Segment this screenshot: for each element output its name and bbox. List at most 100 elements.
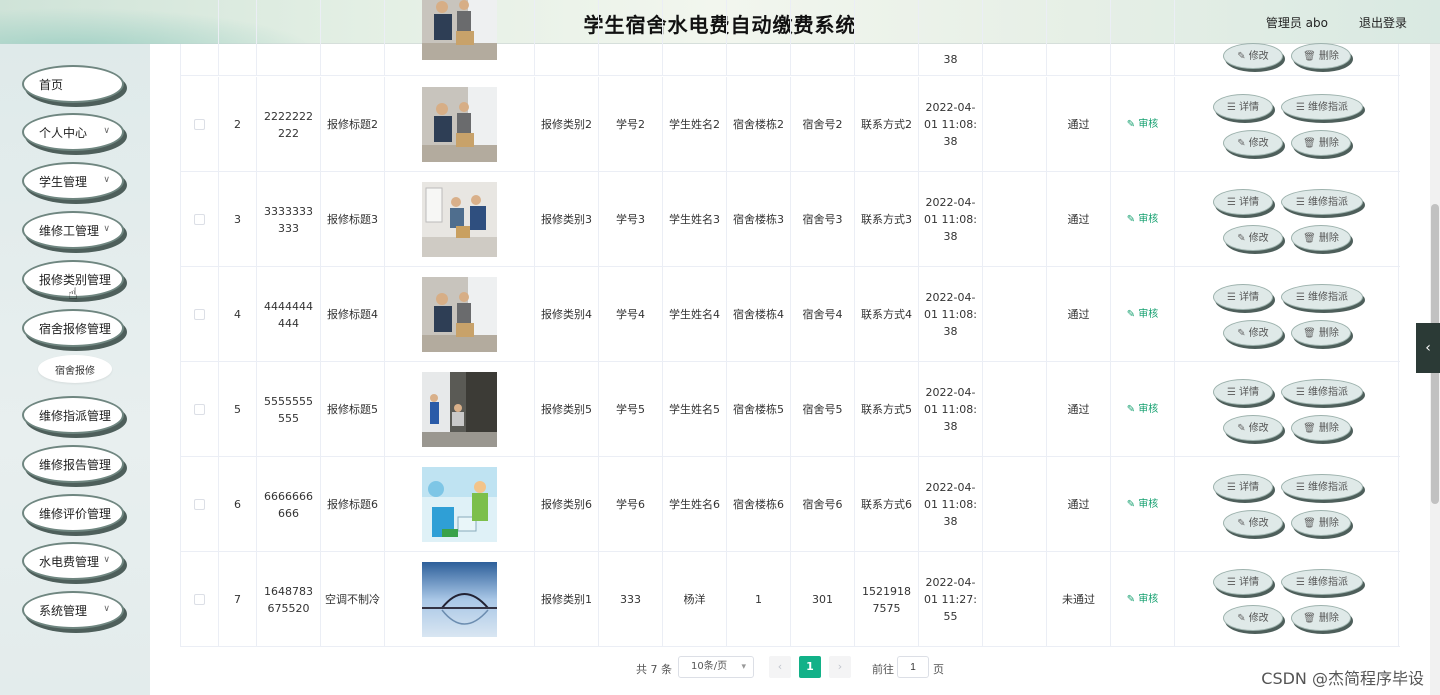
sidebar-item[interactable]: 维修评价管理 <box>22 494 124 532</box>
repair-title: 报修标题2 <box>321 77 385 172</box>
table-row: 38 ✎ 修改 🗑 删除 <box>181 0 1400 76</box>
edit-icon: ✎ <box>1126 499 1139 510</box>
detail-button[interactable]: ☰ 详情 <box>1213 569 1273 595</box>
edit-button[interactable]: ✎ 修改 <box>1223 320 1283 346</box>
side-panel-toggle[interactable]: ‹ <box>1416 323 1440 373</box>
table-cell <box>1047 0 1111 76</box>
row-checkbox[interactable] <box>194 119 205 130</box>
page-size-select[interactable]: 10条/页 ▾ <box>678 656 754 678</box>
detail-button[interactable]: ☰ 详情 <box>1213 94 1273 120</box>
detail-icon: ☰ <box>1227 386 1236 398</box>
delete-button[interactable]: 🗑 删除 <box>1291 225 1351 251</box>
row-checkbox[interactable] <box>194 404 205 415</box>
table-row: 6 6666666666 报修标题6 报修类别6 学号6 学生姓名6 宿舍楼栋6 宿舍号6 联系… <box>181 457 1400 552</box>
sidebar-item-label: 宿舍报修管理 <box>39 321 112 336</box>
row-checkbox[interactable] <box>194 309 205 320</box>
repair-title: 报修标题3 <box>321 172 385 267</box>
detail-button[interactable]: ☰ 详情 <box>1213 284 1273 310</box>
assign-button-label: 维修指派 <box>1307 576 1348 588</box>
detail-button[interactable]: ☰ 详情 <box>1213 189 1273 215</box>
report-time: 2022-04-01 11:08:38 <box>919 77 983 172</box>
assign-button[interactable]: ☰ 维修指派 <box>1281 284 1363 310</box>
audit-link[interactable]: ✎ 审核 <box>1127 496 1159 513</box>
sidebar-item[interactable]: 维修指派管理 <box>22 396 124 434</box>
audit-label: 审核 <box>1138 119 1159 130</box>
sidebar-item[interactable]: 个人中心 ∨ <box>22 113 124 151</box>
table-row: 3 3333333333 报修标题3 报修类别3 学号3 学生姓名3 宿舍楼栋3 宿舍号3 联系… <box>181 172 1400 267</box>
trash-icon: 🗑 <box>1303 327 1316 339</box>
audit-link[interactable]: ✎ 审核 <box>1127 591 1159 608</box>
detail-button[interactable]: ☰ 详情 <box>1213 474 1273 500</box>
detail-icon: ☰ <box>1227 101 1236 113</box>
prev-page-button[interactable]: ‹ <box>769 656 791 678</box>
dorm-building: 宿舍楼栋4 <box>727 267 791 362</box>
student-no: 333 <box>599 552 663 647</box>
assign-button[interactable]: ☰ 维修指派 <box>1281 94 1363 120</box>
empty-cell <box>983 77 1047 172</box>
sidebar-item[interactable]: 系统管理 ∨ <box>22 591 124 629</box>
audit-link[interactable]: ✎ 审核 <box>1127 401 1159 418</box>
audit-label: 审核 <box>1138 404 1159 415</box>
goto-page-input[interactable] <box>897 656 929 678</box>
assign-button[interactable]: ☰ 维修指派 <box>1281 379 1363 405</box>
actions-cell: ☰ 详情 ☰ 维修指派 ✎ 修改 🗑 删除 <box>1175 552 1400 647</box>
actions-cell: ☰ 详情 ☰ 维修指派 ✎ 修改 🗑 删除 <box>1175 172 1400 267</box>
sidebar-item[interactable]: 首页 <box>22 65 124 103</box>
assign-button[interactable]: ☰ 维修指派 <box>1281 474 1363 500</box>
dorm-room: 宿舍号4 <box>791 267 855 362</box>
edit-button[interactable]: ✎ 修改 <box>1223 43 1283 69</box>
delete-button[interactable]: 🗑 删除 <box>1291 510 1351 536</box>
assign-icon: ☰ <box>1296 291 1305 303</box>
sidebar-item[interactable]: 水电费管理 ∨ <box>22 542 124 580</box>
delete-button[interactable]: 🗑 删除 <box>1291 320 1351 346</box>
sidebar-item[interactable]: 宿舍报修管理 <box>22 309 124 347</box>
audit-link[interactable]: ✎ 审核 <box>1127 306 1159 323</box>
table-cell <box>983 0 1047 76</box>
chevron-left-icon: ‹ <box>777 660 783 673</box>
detail-button[interactable]: ☰ 详情 <box>1213 379 1273 405</box>
edit-button[interactable]: ✎ 修改 <box>1223 605 1283 631</box>
chevron-down-icon: ∨ <box>103 555 110 565</box>
sidebar-item[interactable]: 维修工管理 ∨ <box>22 211 124 249</box>
row-select-cell <box>181 267 219 362</box>
repair-no: 3333333333 <box>257 172 321 267</box>
detail-button-label: 详情 <box>1238 386 1259 398</box>
table-cell <box>321 0 385 76</box>
row-select-cell <box>181 77 219 172</box>
row-select-cell <box>181 457 219 552</box>
delete-button[interactable]: 🗑 删除 <box>1291 130 1351 156</box>
sidebar-item-label: 水电费管理 <box>39 554 100 569</box>
row-checkbox[interactable] <box>194 594 205 605</box>
audit-link[interactable]: ✎ 审核 <box>1127 116 1159 133</box>
repair-image <box>422 0 497 60</box>
edit-button[interactable]: ✎ 修改 <box>1223 415 1283 441</box>
page-number-current[interactable]: 1 <box>799 656 821 678</box>
row-checkbox[interactable] <box>194 214 205 225</box>
sidebar-item[interactable]: 维修报告管理 <box>22 445 124 483</box>
repair-image-cell <box>385 172 535 267</box>
audit-link[interactable]: ✎ 审核 <box>1127 211 1159 228</box>
audit-status: 通过 <box>1047 267 1111 362</box>
edit-button-label: 修改 <box>1248 517 1269 529</box>
assign-button[interactable]: ☰ 维修指派 <box>1281 189 1363 215</box>
table-cell <box>727 0 791 76</box>
row-checkbox[interactable] <box>194 499 205 510</box>
sidebar-subitem-dorm-repair[interactable]: 宿舍报修 <box>38 355 112 383</box>
repair-title: 报修标题4 <box>321 267 385 362</box>
row-select-cell <box>181 172 219 267</box>
delete-button[interactable]: 🗑 删除 <box>1291 415 1351 441</box>
delete-button[interactable]: 🗑 删除 <box>1291 605 1351 631</box>
edit-button[interactable]: ✎ 修改 <box>1223 225 1283 251</box>
assign-button[interactable]: ☰ 维修指派 <box>1281 569 1363 595</box>
audit-cell: ✎ 审核 <box>1111 172 1175 267</box>
audit-label: 审核 <box>1138 594 1159 605</box>
edit-button[interactable]: ✎ 修改 <box>1223 510 1283 536</box>
sidebar-item-label: 维修评价管理 <box>39 506 112 521</box>
edit-icon: ✎ <box>1237 137 1246 149</box>
sidebar-item-label: 个人中心 <box>39 125 88 140</box>
edit-button[interactable]: ✎ 修改 <box>1223 130 1283 156</box>
report-time: 2022-04-01 11:08:38 <box>919 172 983 267</box>
sidebar-item[interactable]: 学生管理 ∨ <box>22 162 124 200</box>
delete-button[interactable]: 🗑 删除 <box>1291 43 1351 69</box>
next-page-button[interactable]: › <box>829 656 851 678</box>
